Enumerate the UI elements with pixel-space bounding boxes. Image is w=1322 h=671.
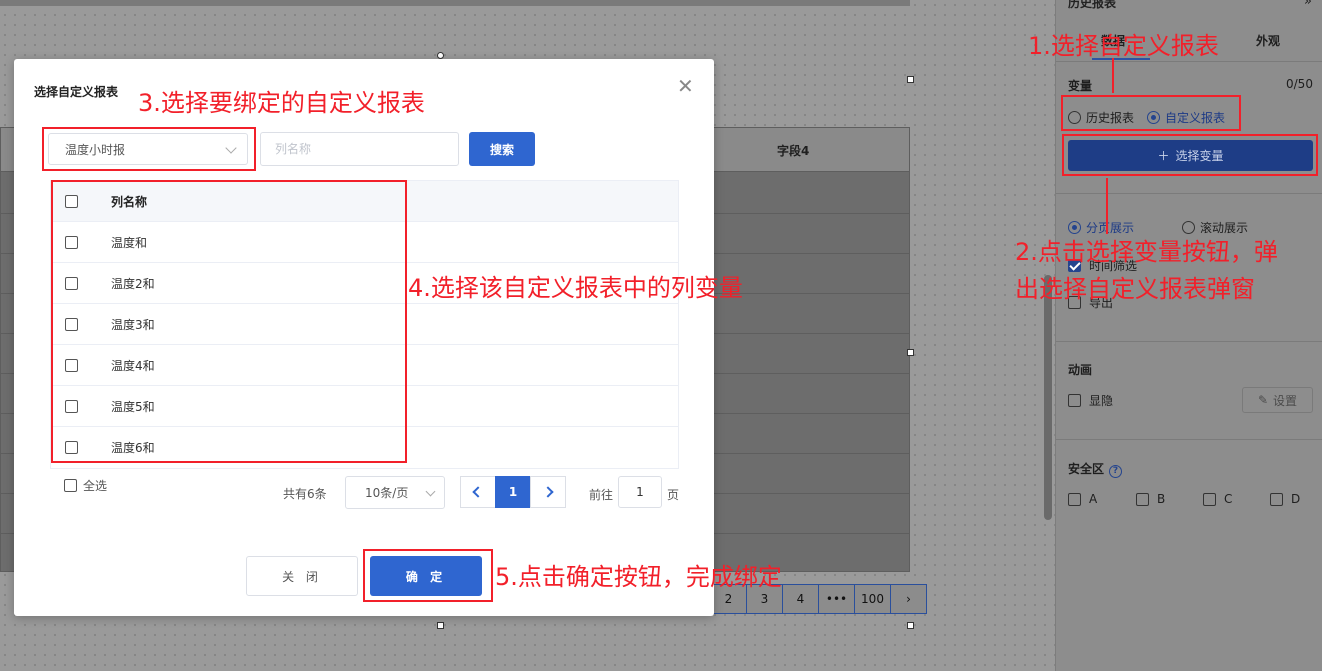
radio-selected-icon — [1068, 221, 1081, 234]
checkbox-icon — [1270, 492, 1283, 506]
variable-count: 0/50 — [1286, 77, 1313, 91]
safe-zone-b-label: B — [1157, 492, 1166, 506]
total-count: 共有6条 — [283, 487, 327, 501]
resize-handle-top-right[interactable] — [907, 76, 914, 83]
safe-zone-a-label: A — [1089, 492, 1098, 506]
page-size-value: 10条/页 — [365, 486, 409, 500]
select-all-label: 全选 — [83, 479, 108, 493]
divider — [1056, 61, 1322, 62]
radio-scroll-display[interactable]: 滚动展示 — [1182, 219, 1248, 236]
pencil-icon: ✎ — [1257, 393, 1269, 407]
goto-suffix: 页 — [667, 488, 680, 502]
safe-zone-text: 安全区 — [1068, 462, 1105, 476]
resize-handle-right[interactable] — [907, 349, 914, 356]
divider — [1056, 193, 1322, 194]
annotation-step1: 1.选择自定义报表 — [1028, 32, 1219, 60]
resize-handle-bottom[interactable] — [437, 622, 444, 629]
safe-zone-label: 安全区? — [1068, 460, 1123, 478]
pager-ellipsis[interactable]: ••• — [818, 584, 855, 614]
pager-page-4[interactable]: 4 — [782, 584, 819, 614]
checkbox-icon — [64, 479, 77, 492]
radio-scroll-display-label: 滚动展示 — [1200, 221, 1249, 235]
canvas-top-bar — [0, 0, 910, 6]
search-button[interactable]: 搜索 — [469, 132, 535, 166]
annotation-step4: 4.选择该自定义报表中的列变量 — [408, 274, 743, 302]
highlight-column-list — [51, 180, 407, 463]
divider — [1056, 341, 1322, 342]
rotate-handle[interactable] — [437, 52, 444, 59]
dialog-title: 选择自定义报表 — [34, 85, 119, 99]
resize-handle-bottom-right[interactable] — [907, 622, 914, 629]
highlight-report-select — [42, 127, 256, 171]
page-size-select[interactable]: 10条/页 — [345, 476, 445, 509]
tab-appearance[interactable]: 外观 — [1256, 32, 1280, 49]
arrow-step1 — [1112, 58, 1114, 93]
highlight-select-variable — [1062, 134, 1318, 176]
annotation-step2-line2: 出选择自定义报表弹窗 — [1015, 275, 1255, 303]
canvas-scrollbar[interactable] — [1044, 275, 1052, 520]
arrow-step2 — [1106, 178, 1108, 234]
annotation-step5: 5.点击确定按钮，完成绑定 — [495, 563, 782, 591]
collapse-icon[interactable]: » — [1304, 0, 1312, 9]
checkbox-icon — [1136, 492, 1149, 506]
checkbox-safe-zone-c[interactable]: C — [1203, 492, 1232, 506]
radio-paged-display[interactable]: 分页展示 — [1068, 219, 1134, 236]
checkbox-safe-zone-b[interactable]: B — [1136, 492, 1165, 506]
variable-label: 变量 — [1068, 79, 1093, 93]
divider — [1056, 439, 1322, 440]
next-page-button[interactable] — [530, 476, 566, 508]
panel-title: 历史报表 — [1068, 0, 1117, 10]
safe-zone-c-label: C — [1224, 492, 1233, 506]
checkbox-safe-zone-d[interactable]: D — [1270, 492, 1300, 506]
settings-button[interactable]: ✎ 设置 — [1242, 387, 1313, 413]
safe-zone-d-label: D — [1291, 492, 1301, 506]
checkbox-visibility[interactable]: 显隐 — [1068, 392, 1113, 409]
highlight-confirm-button — [363, 549, 493, 602]
radio-icon — [1182, 221, 1195, 234]
page-button-current[interactable]: 1 — [495, 476, 531, 508]
pager-page-100[interactable]: 100 — [854, 584, 891, 614]
goto-label: 前往 — [589, 488, 614, 502]
checkbox-icon — [1203, 492, 1216, 506]
checkbox-icon — [1068, 394, 1081, 407]
checkbox-icon — [1068, 492, 1081, 506]
chevron-down-icon — [425, 486, 436, 497]
visibility-label: 显隐 — [1089, 394, 1114, 408]
goto-page-input[interactable] — [618, 476, 662, 508]
select-all-checkbox[interactable]: 全选 — [64, 477, 107, 494]
annotation-step3: 3.选择要绑定的自定义报表 — [138, 89, 425, 117]
radio-paged-display-label: 分页展示 — [1086, 221, 1135, 235]
column-title-field4: 字段4 — [777, 144, 810, 158]
animation-label: 动画 — [1068, 363, 1093, 377]
settings-button-label: 设置 — [1273, 393, 1298, 408]
checkbox-safe-zone-a[interactable]: A — [1068, 492, 1097, 506]
chevron-left-icon — [472, 486, 484, 498]
highlight-report-source — [1061, 95, 1241, 131]
column-name-search-input[interactable] — [260, 132, 459, 166]
help-icon[interactable]: ? — [1109, 464, 1123, 478]
close-button[interactable]: 关 闭 — [246, 556, 358, 596]
annotation-step2-line1: 2.点击选择变量按钮，弹 — [1015, 238, 1278, 266]
prev-page-button[interactable] — [460, 476, 496, 508]
close-icon[interactable]: ✕ — [677, 76, 694, 96]
chevron-right-icon — [542, 486, 554, 498]
pager-next[interactable]: › — [890, 584, 927, 614]
